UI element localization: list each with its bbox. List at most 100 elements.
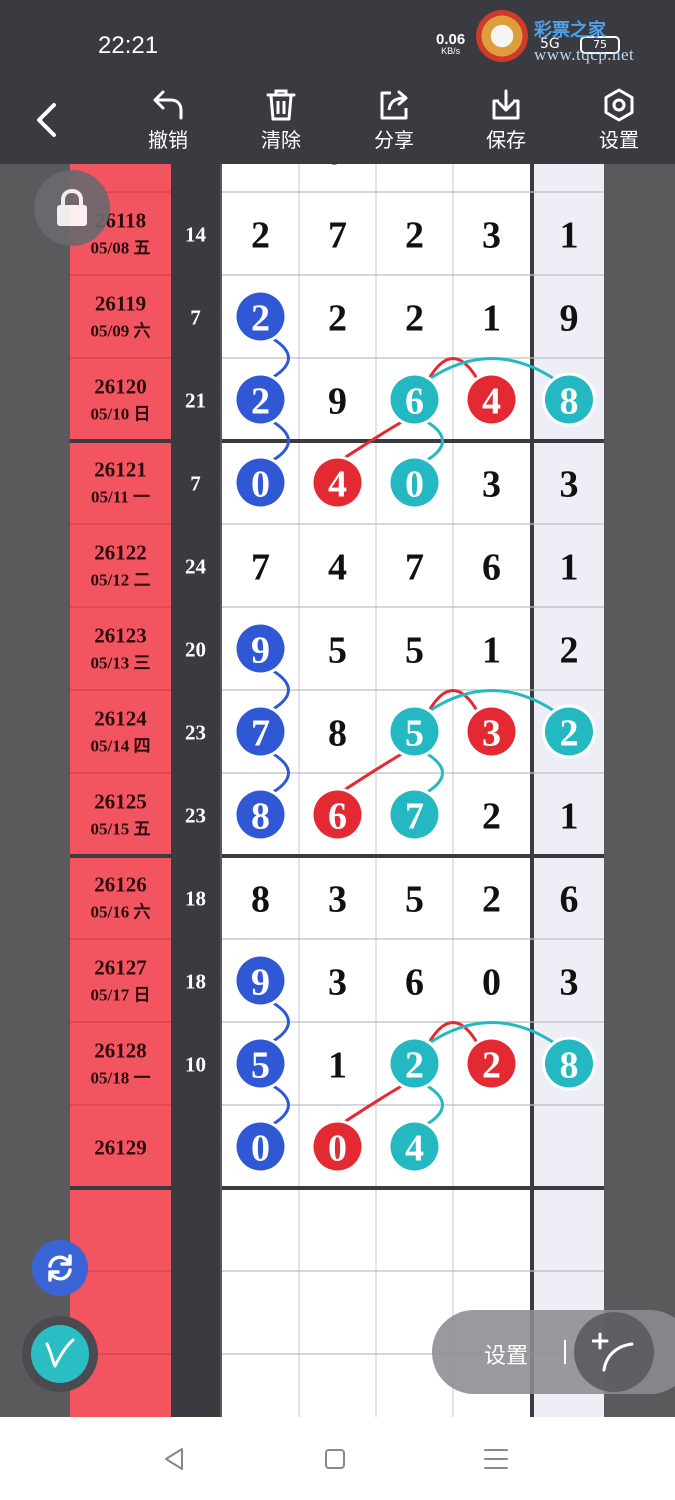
digit-value: 2 (328, 298, 347, 340)
sum-value: 21 (185, 389, 206, 413)
undo-button[interactable]: 撤销 (128, 84, 208, 160)
sum-value: 7 (190, 472, 201, 496)
ball-digit: 2 (405, 1045, 424, 1087)
floating-settings-label: 设置 (484, 1344, 529, 1369)
sum-value: 18 (185, 887, 206, 911)
digit-value: 7 (405, 547, 424, 589)
digit-value: 2 (405, 298, 424, 340)
issue-date: 05/18 一 (91, 1069, 151, 1088)
issue-date: 05/11 一 (91, 488, 150, 507)
settings-label: 设置 (599, 128, 639, 152)
sum-value: 14 (185, 223, 207, 247)
digit-value: 2 (560, 630, 579, 672)
ball-digit: 0 (328, 1128, 347, 1170)
issue-date: 05/16 六 (91, 902, 151, 922)
pen-button-inner (31, 1325, 89, 1383)
ball-digit: 0 (405, 464, 424, 506)
digit-value: 8 (328, 713, 347, 755)
ball-digit: 0 (251, 1128, 270, 1170)
digit-value: 7 (328, 164, 347, 174)
share-icon (380, 90, 408, 120)
extra-column (534, 164, 604, 1417)
issue-date: 05/08 五 (91, 239, 151, 258)
ball-digit: 4 (328, 464, 347, 506)
ball-digit: 2 (251, 298, 270, 340)
sum-value: 23 (185, 721, 206, 745)
watermark-title: 彩票之家 (534, 20, 606, 40)
draw-tool-button[interactable] (574, 1312, 654, 1392)
undo-icon (153, 90, 183, 120)
issue-date: 05/09 六 (91, 321, 151, 341)
ball-digit: 7 (405, 796, 424, 838)
curve-plus-icon (592, 1332, 634, 1372)
issue-number: 26127 (94, 956, 147, 980)
issue-date: 05/14 四 (91, 737, 151, 756)
menu-lines-icon (484, 1449, 508, 1469)
digit-value: 4 (328, 547, 347, 589)
issue-date: 05/13 三 (91, 654, 151, 673)
ball-digit: 6 (328, 796, 347, 838)
lottery-trend-grid[interactable]: 05/07 四72611805/08 五14272312611905/09 六7… (0, 164, 675, 1417)
digit-value: 8 (251, 879, 270, 921)
issue-date: 05/17 日 (91, 986, 151, 1005)
sum-value: 20 (185, 638, 206, 662)
pen-button[interactable] (22, 1316, 98, 1392)
digit-value: 1 (482, 298, 501, 340)
digit-value: 6 (405, 962, 424, 1004)
issue-number: 26125 (94, 790, 147, 814)
share-button[interactable]: 分享 (354, 84, 434, 160)
ball-digit: 3 (482, 713, 501, 755)
refresh-button[interactable] (32, 1240, 88, 1296)
save-button[interactable]: 保存 (466, 84, 546, 160)
digit-value: 6 (482, 547, 501, 589)
clear-button[interactable]: 清除 (241, 84, 321, 160)
ball-digit: 2 (251, 381, 270, 423)
ball-digit: 9 (251, 962, 270, 1004)
sum-value: 23 (185, 804, 206, 828)
digit-value: 5 (328, 630, 347, 672)
nav-home-button[interactable] (315, 1443, 355, 1475)
refresh-icon (48, 1254, 72, 1282)
pen-icon (45, 1338, 75, 1368)
digit-value: 9 (328, 381, 347, 423)
ball-digit: 2 (560, 713, 579, 755)
sum-value: 18 (185, 970, 206, 994)
network-speed: 0.06 KB/s (436, 32, 465, 56)
issue-number: 26119 (95, 292, 146, 316)
issue-date: 05/12 二 (91, 571, 151, 590)
toolbar: 撤销 清除 分享 保存 设置 (0, 80, 675, 164)
watermark-url: www.tqcp.net (534, 45, 635, 64)
chevron-left-icon (37, 103, 56, 137)
lock-button[interactable] (34, 170, 110, 246)
digit-value: 1 (560, 796, 579, 838)
sum-value: 10 (185, 1053, 206, 1077)
nav-menu-button[interactable] (476, 1443, 516, 1475)
back-button[interactable] (26, 98, 66, 142)
share-label: 分享 (374, 128, 414, 152)
download-icon (492, 89, 520, 120)
digit-value: 1 (560, 215, 579, 257)
digit-value: 1 (482, 630, 501, 672)
issue-number: 26128 (94, 1039, 147, 1063)
issue-date: 05/10 日 (91, 405, 151, 424)
hexagon-gear-icon (604, 88, 634, 122)
issue-number: 26121 (94, 458, 147, 482)
clear-label: 清除 (261, 128, 301, 152)
ball-digit: 5 (405, 713, 424, 755)
extra-column-divider (530, 164, 534, 1417)
issue-number: 26122 (94, 541, 147, 565)
issue-number: 26124 (94, 707, 147, 731)
app-root: 22:21 0.06 KB/s 5G 75 彩票之家 www.tqcp.net … (0, 0, 675, 1500)
ball-digit: 8 (560, 381, 579, 423)
digit-value: 2 (482, 796, 501, 838)
nav-back-button[interactable] (154, 1443, 194, 1475)
digit-value: 3 (328, 962, 347, 1004)
digit-value: 3 (560, 464, 579, 506)
settings-button[interactable]: 设置 (579, 84, 659, 160)
status-bar: 22:21 0.06 KB/s 5G 75 彩票之家 www.tqcp.net (0, 0, 675, 80)
trash-icon (266, 89, 296, 121)
digit-value: 3 (482, 215, 501, 257)
issue-number: 26126 (94, 873, 147, 897)
digit-value: 2 (251, 215, 270, 257)
trend-chart-canvas[interactable]: 05/07 四72611805/08 五14272312611905/09 六7… (0, 164, 675, 1417)
